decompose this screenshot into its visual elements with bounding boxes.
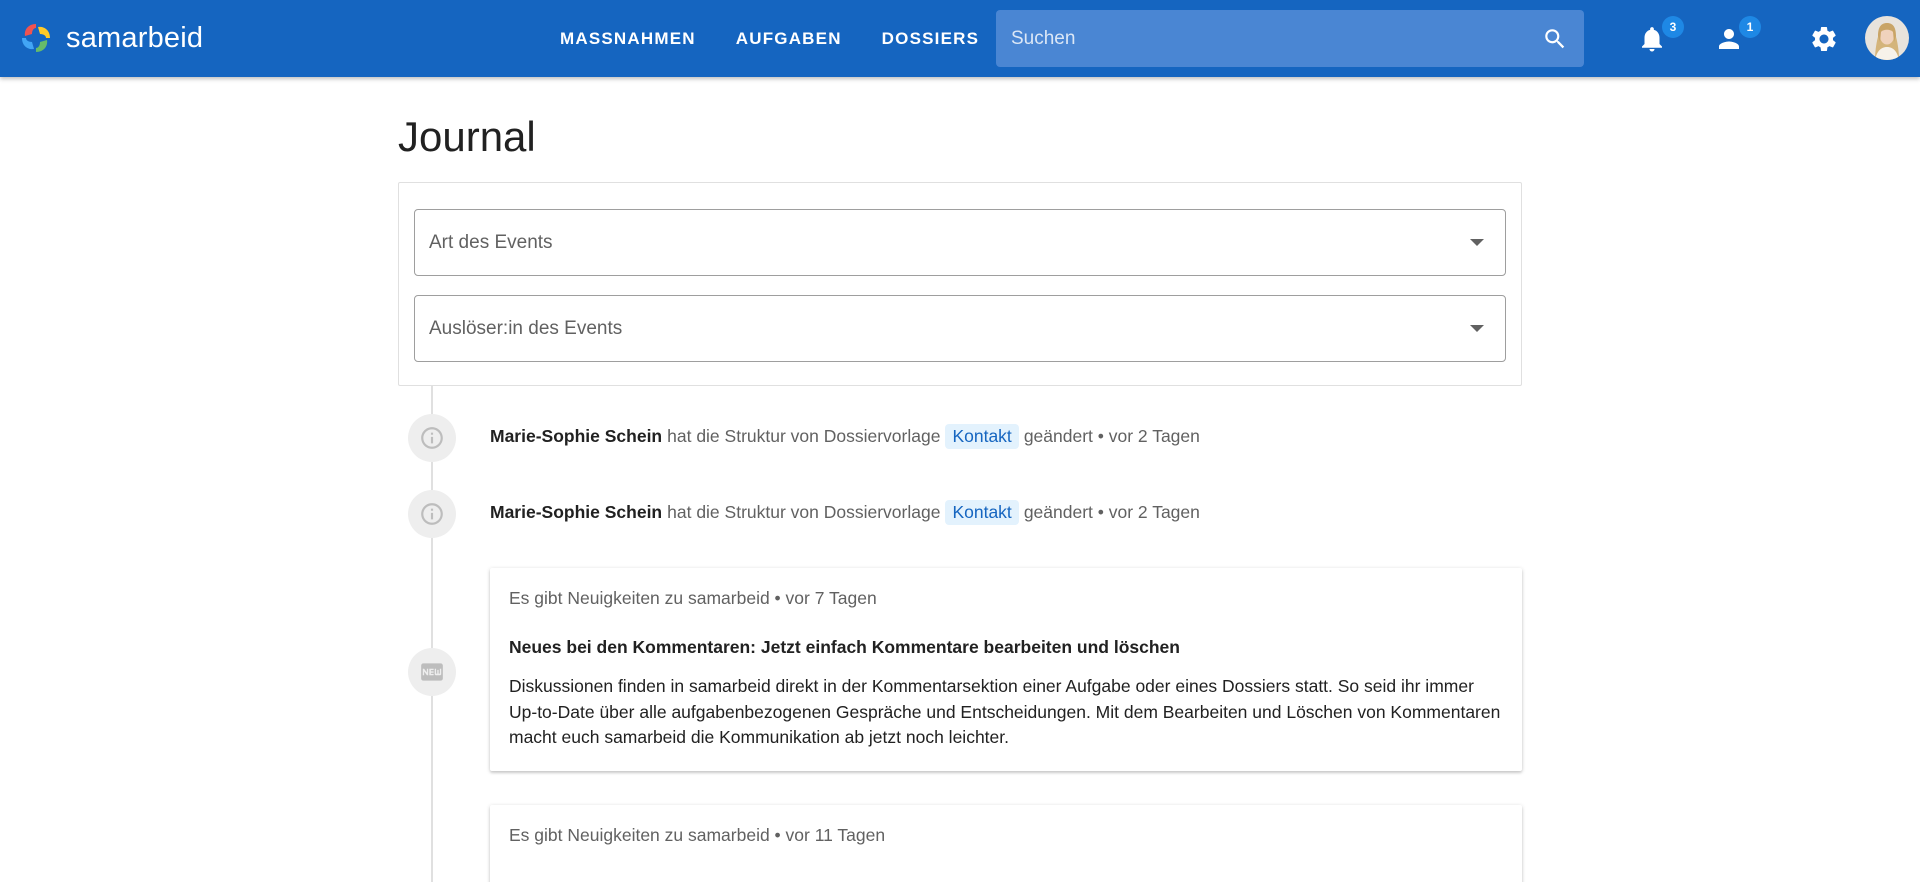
news-meta: Es gibt Neuigkeiten zu samarbeid • vor 7… [509,588,877,608]
dossier-template-chip[interactable]: Kontakt [945,500,1019,525]
search-icon[interactable] [1526,10,1584,67]
event-actor-label: Auslöser:in des Events [429,317,623,339]
new-badge-icon [421,663,443,681]
dropdown-arrow-icon [1449,238,1505,247]
info-icon [421,427,443,449]
notifications-button[interactable]: 3 [1632,16,1684,59]
nav-tab-aufgaben[interactable]: AUFGABEN [716,0,862,77]
timeline-dot [408,414,456,462]
app-name: samarbeid [66,21,204,54]
dropdown-arrow-icon [1449,324,1505,333]
page-title: Journal [398,113,536,160]
user-avatar[interactable] [1865,16,1909,60]
event-text: hat die Struktur von Dossiervorlage [667,502,941,522]
timeline-event: Marie-Sophie Schein hat die Struktur von… [490,500,1200,525]
brand[interactable]: samarbeid [18,18,203,58]
dossier-template-chip[interactable]: Kontakt [945,424,1019,449]
event-type-select[interactable]: Art des Events [414,209,1506,276]
nav-tab-massnahmen[interactable]: MASSNAHMEN [540,0,716,77]
app-header: samarbeid MASSNAHMEN AUFGABEN DOSSIERS 3… [0,0,1920,77]
event-actor-select[interactable]: Auslöser:in des Events [414,295,1506,362]
event-time: geändert • vor 2 Tagen [1023,502,1200,522]
news-title: Neues bei den Kommentaren: Jetzt einfach… [509,637,1180,657]
event-actor[interactable]: Marie-Sophie Schein [490,426,662,447]
users-button[interactable]: 1 [1709,16,1761,59]
samarbeid-logo-icon [22,24,50,52]
nav-tab-dossiers[interactable]: DOSSIERS [862,0,999,77]
event-text: hat die Struktur von Dossiervorlage [667,426,941,446]
main-nav: MASSNAHMEN AUFGABEN DOSSIERS [540,0,999,77]
timeline-dot [408,490,456,538]
info-icon [421,503,443,525]
event-actor[interactable]: Marie-Sophie Schein [490,502,662,523]
event-type-label: Art des Events [429,231,553,253]
news-body: Diskussionen finden in samarbeid direkt … [509,676,1501,747]
news-card[interactable]: Es gibt Neuigkeiten zu samarbeid • vor 7… [490,568,1522,771]
notifications-badge: 3 [1662,16,1684,38]
event-time: geändert • vor 2 Tagen [1023,426,1200,446]
gear-icon [1812,26,1836,51]
filter-card: Art des Events Auslöser:in des Events [398,182,1522,386]
news-card[interactable]: Es gibt Neuigkeiten zu samarbeid • vor 1… [490,805,1522,882]
users-badge: 1 [1739,16,1761,38]
avatar-image [1865,16,1909,60]
news-meta: Es gibt Neuigkeiten zu samarbeid • vor 1… [509,825,886,845]
search-input[interactable] [996,27,1526,50]
settings-button[interactable] [1804,19,1844,59]
timeline-event: Marie-Sophie Schein hat die Struktur von… [490,424,1200,449]
search-bar [996,10,1584,67]
timeline-dot [408,648,456,696]
